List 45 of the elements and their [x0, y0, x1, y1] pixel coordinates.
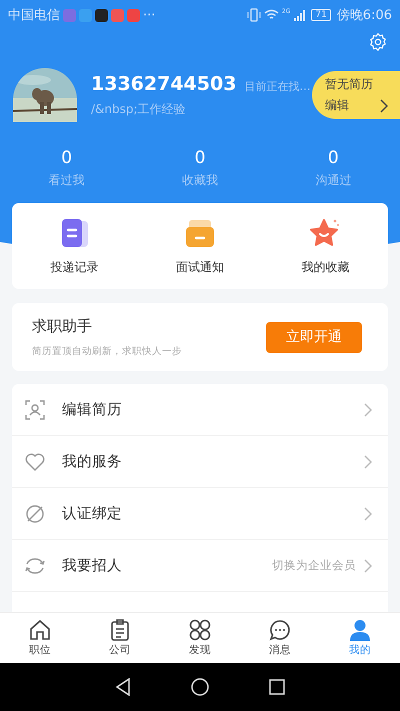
chat-icon: [269, 619, 291, 641]
stat-count: 0: [61, 148, 72, 168]
clipboard-icon: [110, 619, 130, 641]
app-icon: [111, 8, 124, 22]
home-icon[interactable]: [191, 678, 209, 696]
job-status: 目前正在找…: [244, 78, 310, 94]
shortcut-item[interactable]: 我的收藏: [262, 203, 388, 289]
back-icon[interactable]: [115, 678, 131, 696]
chevron-icon: [380, 98, 388, 112]
wifi-icon: [264, 9, 279, 21]
helper-title: 求职助手: [32, 316, 93, 336]
grid-icon: [189, 619, 211, 641]
stat-count: 0: [328, 148, 339, 168]
vibrate-icon: [246, 8, 261, 22]
stat-count: 0: [194, 148, 206, 168]
tab-item[interactable]: 职位: [0, 613, 80, 663]
settings-icon[interactable]: [369, 33, 387, 51]
app-icon: [95, 8, 108, 22]
chevron-icon: [364, 506, 372, 520]
chevron-icon: [364, 454, 372, 468]
clock-time: 傍晚6:06: [336, 7, 392, 24]
profile-icon: [25, 400, 45, 420]
carrier-name: 中国电信: [8, 7, 60, 24]
phone-number: 13362744503: [91, 72, 236, 94]
chevron-icon: [364, 402, 372, 416]
tab-item[interactable]: 消息: [240, 613, 320, 663]
signal-icon: [293, 9, 306, 21]
heart-icon: [25, 452, 45, 470]
app-icon: [63, 8, 76, 22]
person-icon: [349, 619, 371, 641]
switch-icon: [24, 556, 46, 574]
experience-text: /&nbsp;工作经验: [91, 100, 187, 118]
more-indicator: ···: [143, 8, 156, 22]
shortcut-item[interactable]: 投递记录: [12, 203, 138, 289]
tab-item[interactable]: 我的: [320, 613, 400, 663]
home-icon: [29, 619, 51, 641]
battery-indicator: 71: [311, 9, 331, 21]
tab-item[interactable]: 发现: [160, 613, 240, 663]
helper-subtitle: 简历置顶自动刷新，求职快人一步: [32, 344, 183, 358]
chevron-icon: [364, 558, 372, 572]
shortcut-item[interactable]: 面试通知: [137, 203, 263, 289]
resume-badge[interactable]: 暂无简历 编辑: [312, 71, 400, 119]
recents-icon[interactable]: [269, 679, 285, 695]
app-icon: [127, 8, 140, 22]
tab-item[interactable]: 公司: [80, 613, 160, 663]
